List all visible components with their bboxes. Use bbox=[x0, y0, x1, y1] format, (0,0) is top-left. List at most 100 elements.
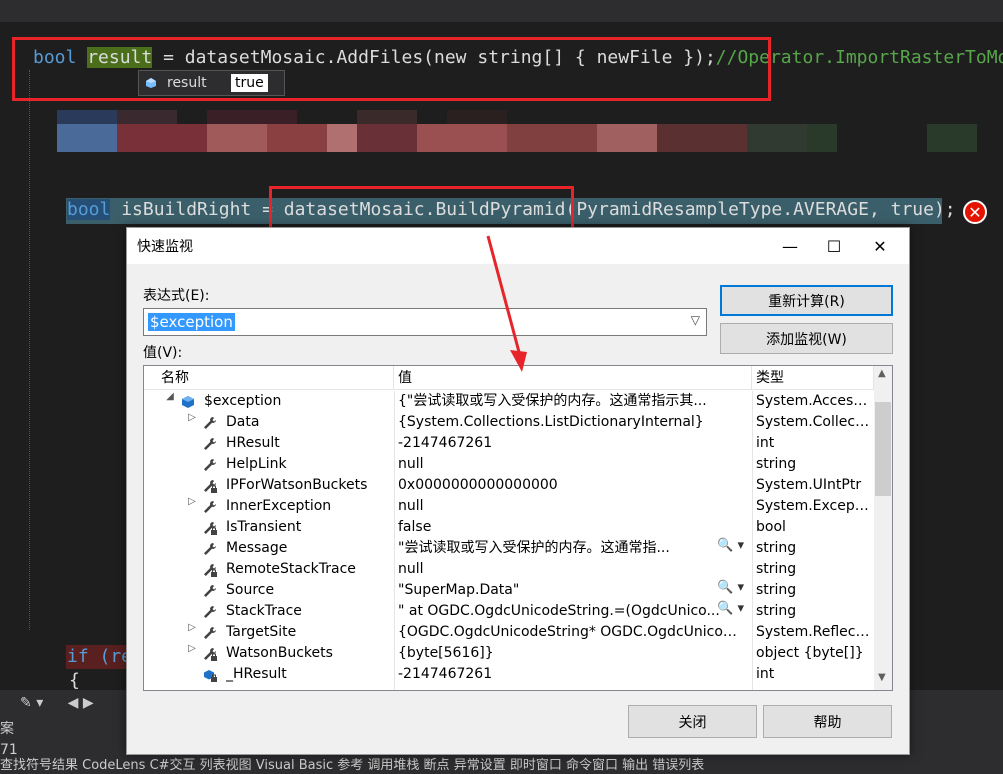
editor-top-strip bbox=[0, 0, 1003, 22]
indent-guide bbox=[29, 70, 30, 630]
expand-toggle-icon[interactable]: ◢ bbox=[164, 391, 176, 402]
row-value[interactable]: 0x0000000000000000 bbox=[398, 475, 748, 496]
keyword-new: new bbox=[434, 47, 467, 68]
table-row[interactable]: Source "SuperMap.Data" 🔍 ▾ string bbox=[144, 580, 874, 601]
column-header-type[interactable]: 类型 bbox=[752, 366, 874, 390]
keyword-if: if (re bbox=[67, 646, 133, 667]
grid-body[interactable]: ◢ $exception {"尝试读取或写入受保护的内存。这通常指示其... Syst… bbox=[144, 391, 874, 690]
expand-toggle-icon[interactable]: ▷ bbox=[186, 412, 198, 423]
brace: { bbox=[69, 670, 80, 691]
code-line-if[interactable]: if (re bbox=[67, 646, 132, 667]
row-value[interactable]: {System.Collections.ListDictionaryIntern… bbox=[398, 412, 748, 433]
table-row[interactable]: ▷ InnerException null System.Excepti... bbox=[144, 496, 874, 517]
row-value[interactable]: " at OGDC.OgdcUnicodeString.=(OgdcUnico.… bbox=[398, 601, 748, 622]
table-row[interactable]: ▷ Data {System.Collections.ListDictionaryI… bbox=[144, 412, 874, 433]
expand-toggle-icon[interactable]: ▷ bbox=[186, 496, 198, 507]
column-header-name[interactable]: 名称 bbox=[157, 366, 394, 390]
row-value[interactable]: "尝试读取或写入受保护的内存。这通常指... bbox=[398, 538, 748, 559]
table-row[interactable]: _HResult -2147467261 int bbox=[144, 664, 874, 685]
row-value[interactable]: {OGDC.OgdcUnicodeString* OGDC.OgdcUnicod… bbox=[398, 622, 748, 643]
scroll-thumb[interactable] bbox=[875, 402, 891, 496]
wrench-lock-icon bbox=[202, 520, 218, 536]
row-value[interactable]: null bbox=[398, 559, 748, 580]
method-call-addfiles: datasetMosaic.AddFiles( bbox=[184, 47, 434, 68]
wrench-icon bbox=[202, 541, 218, 557]
expand-toggle-icon[interactable]: ▷ bbox=[186, 643, 198, 654]
table-row[interactable]: Message "尝试读取或写入受保护的内存。这通常指... 🔍 ▾ string bbox=[144, 538, 874, 559]
nav-right-icon[interactable]: ▶ bbox=[83, 695, 94, 711]
brush-icon[interactable]: ✎ bbox=[20, 695, 32, 711]
row-name: HResult bbox=[226, 435, 280, 451]
help-button[interactable]: 帮助 bbox=[763, 705, 892, 738]
table-row[interactable]: StackTrace " at OGDC.OgdcUnicodeString.=(… bbox=[144, 601, 874, 622]
expression-combobox[interactable]: $exception ▽ bbox=[143, 308, 707, 336]
recalculate-button[interactable]: 重新计算(R) bbox=[720, 285, 893, 316]
wrench-icon bbox=[202, 436, 218, 452]
row-value[interactable]: "SuperMap.Data" bbox=[398, 580, 748, 601]
table-row[interactable]: ▷ WatsonBuckets {byte[5616]} object {byte[]… bbox=[144, 643, 874, 664]
dialog-titlebar[interactable]: 快速监视 — ☐ ✕ bbox=[127, 228, 909, 264]
error-icon[interactable]: ✕ bbox=[963, 200, 987, 224]
row-name: Message bbox=[226, 540, 288, 556]
row-type: string bbox=[756, 603, 797, 619]
row-type: string bbox=[756, 540, 797, 556]
grid-header: 名称 值 类型 bbox=[144, 366, 874, 390]
text-visualizer-icon[interactable]: 🔍 ▾ bbox=[717, 538, 744, 553]
close-window-button[interactable]: ✕ bbox=[857, 228, 903, 264]
row-type: object {byte[]} bbox=[756, 645, 864, 661]
scroll-up-icon[interactable]: ▲ bbox=[878, 368, 886, 379]
row-value[interactable]: null bbox=[398, 496, 748, 517]
call-arguments: [] { newFile }); bbox=[542, 47, 716, 68]
table-row[interactable]: ◢ $exception {"尝试读取或写入受保护的内存。这通常指示其... Syst… bbox=[144, 391, 874, 412]
maximize-button[interactable]: ☐ bbox=[811, 228, 857, 264]
value-label: 值(V): bbox=[143, 345, 183, 361]
obscured-code-line bbox=[57, 110, 977, 152]
expression-text[interactable]: $exception bbox=[148, 313, 235, 331]
minimize-button[interactable]: — bbox=[767, 228, 813, 264]
code-comment: //Operator.ImportRasterToMos bbox=[715, 47, 1003, 68]
dropdown-icon[interactable]: ▾ bbox=[36, 695, 43, 711]
text-visualizer-icon[interactable]: 🔍 ▾ bbox=[717, 601, 744, 616]
nav-left-icon[interactable]: ◀ bbox=[68, 695, 79, 711]
row-value[interactable]: {byte[5616]} bbox=[398, 643, 748, 664]
row-value[interactable]: false bbox=[398, 517, 748, 538]
column-header-value[interactable]: 值 bbox=[394, 366, 752, 390]
row-value[interactable]: {"尝试读取或写入受保护的内存。这通常指示其... bbox=[398, 391, 748, 412]
object-icon bbox=[180, 394, 196, 410]
chevron-down-icon[interactable]: ▽ bbox=[691, 313, 700, 327]
row-value[interactable]: null bbox=[398, 454, 748, 475]
add-watch-button[interactable]: 添加监视(W) bbox=[720, 323, 893, 354]
field-lock-icon bbox=[202, 667, 218, 683]
table-row[interactable]: IsTransient false bool bbox=[144, 517, 874, 538]
text-visualizer-icon[interactable]: 🔍 ▾ bbox=[717, 580, 744, 595]
wrench-lock-icon bbox=[202, 646, 218, 662]
tool-window-tabs[interactable]: 查找符号结果 CodeLens C#交互 列表视图 Visual Basic 参… bbox=[0, 754, 1003, 774]
close-button[interactable]: 关闭 bbox=[628, 705, 757, 738]
row-type: System.Reflecti... bbox=[756, 624, 872, 640]
table-row[interactable]: RemoteStackTrace null string bbox=[144, 559, 874, 580]
datatip-result[interactable]: result true bbox=[138, 70, 285, 96]
grid-scrollbar[interactable]: ▲ ▼ bbox=[874, 366, 892, 690]
value-grid[interactable]: 名称 值 类型 ◢ $exception {"尝试读取或写入受保护的内存。这通常指示… bbox=[143, 365, 893, 691]
code-line-build-pyramid[interactable]: bool isBuildRight = datasetMosaic.BuildP… bbox=[67, 199, 956, 220]
code-line-add-files[interactable]: bool result = datasetMosaic.AddFiles(new… bbox=[33, 47, 1003, 68]
keyword-bool: bool bbox=[33, 47, 77, 68]
variable-result[interactable]: result bbox=[87, 47, 153, 68]
table-row[interactable]: HResult -2147467261 int bbox=[144, 433, 874, 454]
row-type: string bbox=[756, 456, 797, 472]
expand-toggle-icon[interactable]: ▷ bbox=[186, 622, 198, 633]
row-name: InnerException bbox=[226, 498, 332, 514]
row-type: System.UIntPtr bbox=[756, 477, 862, 493]
row-value[interactable]: -2147467261 bbox=[398, 664, 748, 685]
row-name: TargetSite bbox=[226, 624, 297, 640]
table-row[interactable]: IPForWatsonBuckets 0x0000000000000000 Syst… bbox=[144, 475, 874, 496]
wrench-icon bbox=[202, 625, 218, 641]
table-row[interactable]: ▷ TargetSite {OGDC.OgdcUnicodeString* OGDC… bbox=[144, 622, 874, 643]
dialog-title: 快速监视 bbox=[137, 239, 193, 255]
datatip-value[interactable]: true bbox=[231, 74, 268, 92]
row-name: StackTrace bbox=[226, 603, 302, 619]
scroll-down-icon[interactable]: ▼ bbox=[878, 672, 886, 683]
table-row[interactable]: HelpLink null string bbox=[144, 454, 874, 475]
quickwatch-dialog[interactable]: 快速监视 — ☐ ✕ 表达式(E): $exception ▽ 值(V): 重新… bbox=[126, 227, 910, 755]
row-value[interactable]: -2147467261 bbox=[398, 433, 748, 454]
